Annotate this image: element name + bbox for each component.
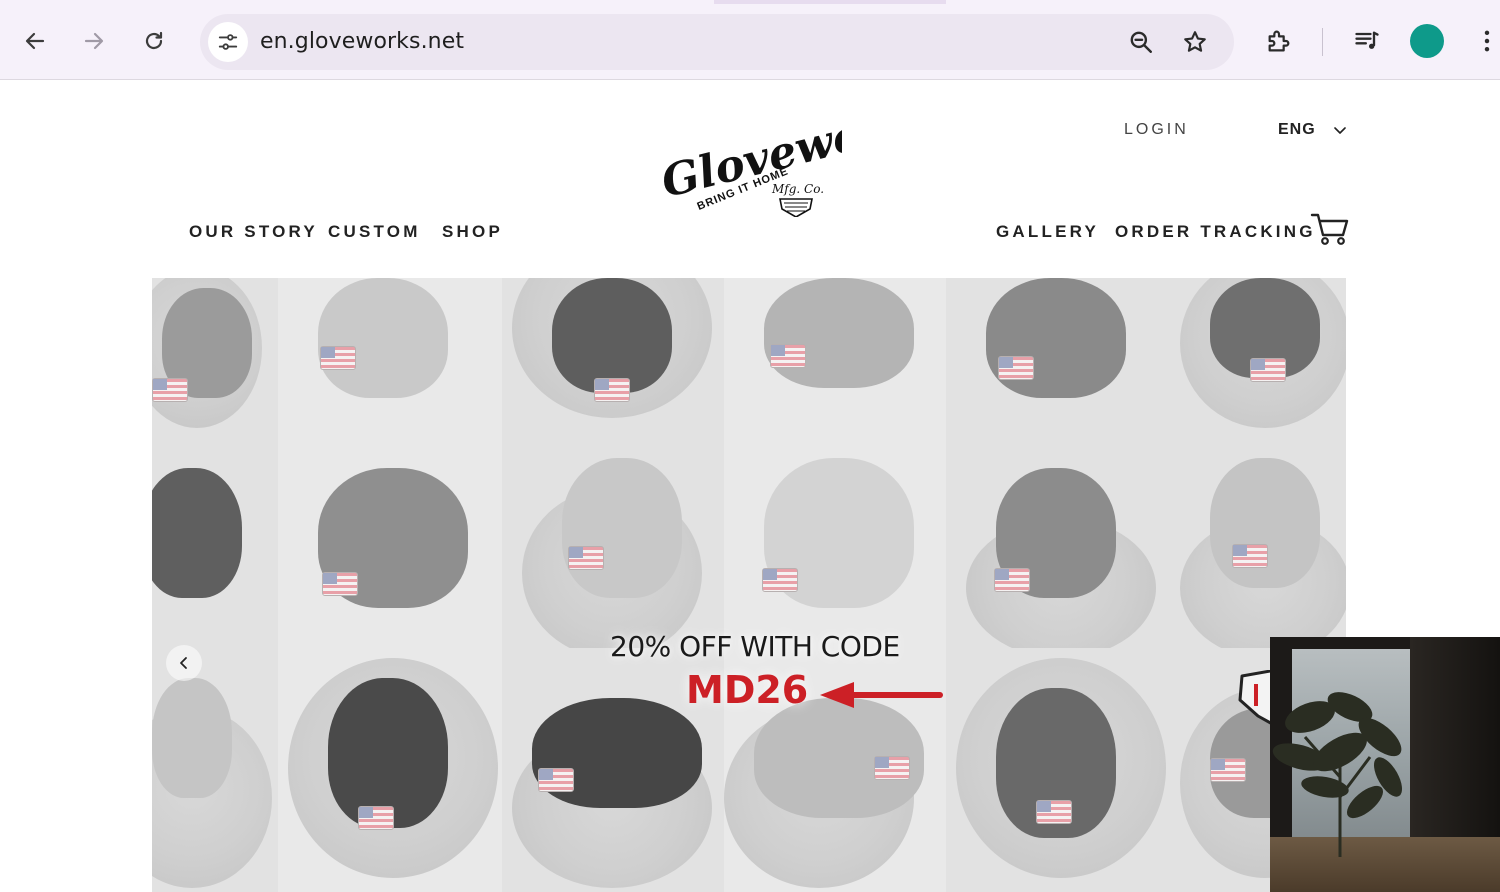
video-pip-overlay[interactable]	[1270, 637, 1500, 892]
media-controls-button[interactable]	[1350, 24, 1384, 58]
back-button[interactable]	[16, 22, 54, 60]
glove-tile	[152, 428, 278, 648]
profile-avatar[interactable]	[1410, 24, 1444, 58]
toolbar-divider	[1322, 28, 1323, 56]
zoom-icon	[1130, 31, 1152, 53]
language-selector[interactable]: ENG	[1278, 121, 1316, 139]
glove-tile	[278, 278, 502, 428]
site-header: Gloveworks BRING IT HOME Mfg. Co. LOGIN …	[0, 81, 1500, 277]
login-link[interactable]: LOGIN	[1124, 121, 1189, 139]
address-bar[interactable]: en.gloveworks.net	[200, 14, 1234, 70]
site-info-button[interactable]	[208, 22, 248, 62]
glove-tile	[724, 278, 946, 428]
svg-text:Mfg. Co.: Mfg. Co.	[771, 182, 824, 196]
cart-icon[interactable]	[1310, 211, 1350, 247]
nav-gallery[interactable]: GALLERY	[996, 222, 1099, 242]
hero-banner[interactable]: 20% OFF WITH CODE MD26	[152, 278, 1346, 892]
promo-code: MD26	[686, 668, 809, 712]
reload-button[interactable]	[135, 22, 173, 60]
browser-menu-button[interactable]	[1470, 24, 1500, 58]
glove-tile	[1170, 278, 1346, 428]
puzzle-icon	[1268, 30, 1290, 52]
glove-tile	[278, 648, 502, 892]
url-text[interactable]: en.gloveworks.net	[260, 29, 464, 54]
tab-strip-edge	[0, 0, 1500, 4]
gloveworks-logo[interactable]: Gloveworks BRING IT HOME Mfg. Co.	[656, 107, 842, 217]
nav-our-story[interactable]: OUR STORY	[189, 222, 318, 242]
glove-tile	[502, 278, 724, 428]
glove-tile	[1170, 428, 1346, 648]
chevron-down-icon[interactable]	[1333, 124, 1347, 138]
glove-tile	[724, 428, 946, 648]
bookmark-button[interactable]	[1180, 27, 1210, 57]
glove-tile	[502, 428, 724, 648]
extensions-button[interactable]	[1262, 24, 1296, 58]
nav-shop[interactable]: SHOP	[442, 222, 503, 242]
glove-tile	[152, 278, 278, 428]
glove-tile	[152, 648, 278, 892]
media-controls-icon	[1355, 31, 1379, 49]
forward-button[interactable]	[75, 22, 113, 60]
kebab-menu-icon	[1484, 30, 1490, 52]
glove-tile	[946, 648, 1170, 892]
nav-order-tracking[interactable]: ORDER TRACKING	[1115, 222, 1316, 242]
reload-icon	[145, 31, 163, 50]
arrow-left-icon	[820, 682, 943, 708]
star-icon	[1184, 31, 1206, 52]
arrow-left-icon	[25, 32, 45, 50]
tune-icon	[218, 34, 238, 50]
arrow-right-icon	[84, 32, 104, 50]
glove-tile	[946, 428, 1170, 648]
browser-toolbar: en.gloveworks.net	[0, 0, 1500, 80]
chevron-left-icon	[180, 657, 187, 669]
zoom-button[interactable]	[1126, 27, 1156, 57]
glove-tile	[946, 278, 1170, 428]
plant-image	[1272, 692, 1402, 857]
hero-prev-button[interactable]	[166, 645, 202, 681]
nav-custom[interactable]: CUSTOM	[328, 222, 421, 242]
promo-headline: 20% OFF WITH CODE	[610, 630, 900, 663]
glove-tile	[278, 428, 502, 648]
